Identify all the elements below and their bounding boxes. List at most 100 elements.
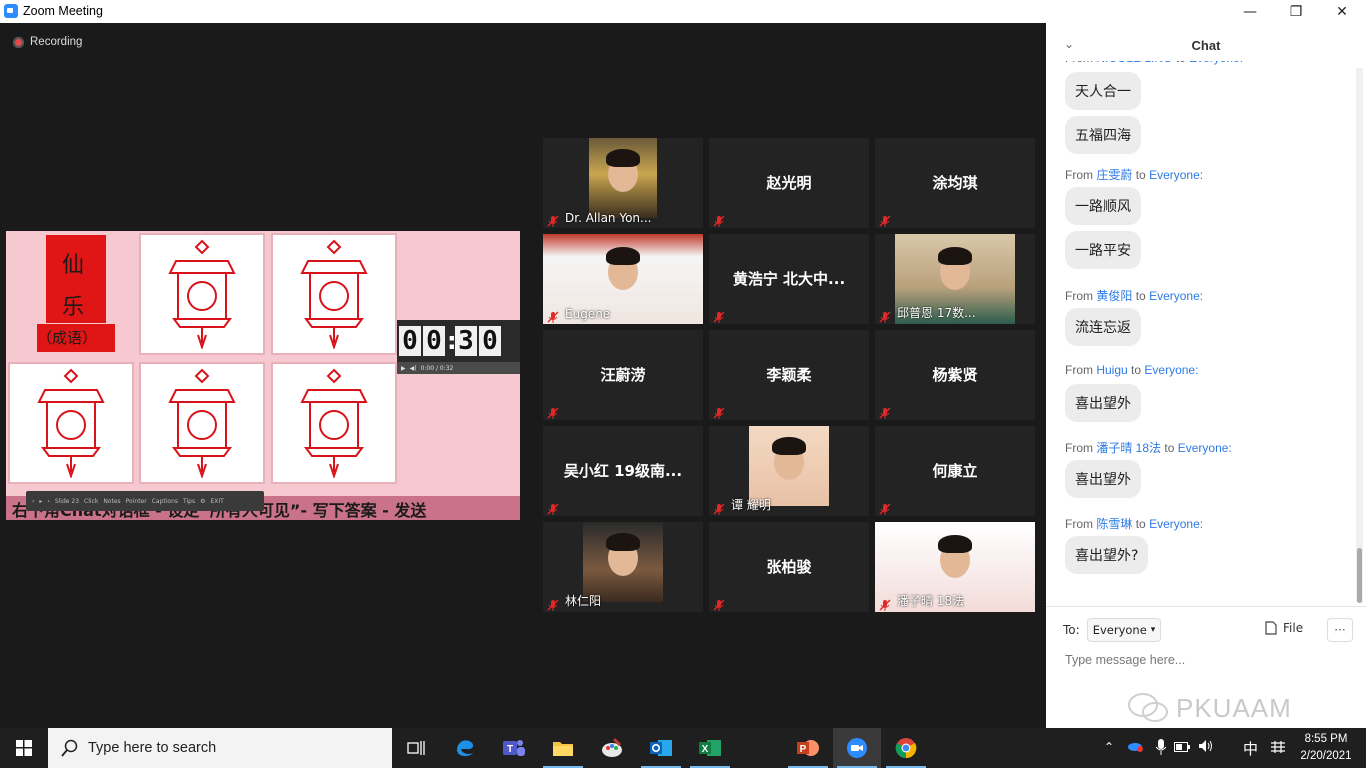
watermark-text: PKUAAM: [1176, 692, 1292, 723]
participant-tile[interactable]: 杨紫贤: [875, 330, 1035, 420]
microphone-icon[interactable]: [1155, 739, 1167, 758]
gear-icon[interactable]: ⚙: [200, 498, 205, 505]
volume-icon[interactable]: [1198, 739, 1214, 756]
chat-message-bubble[interactable]: 五福四海: [1065, 116, 1141, 154]
recipient-name: Everyone:: [1189, 61, 1243, 65]
close-button[interactable]: ✕: [1319, 0, 1365, 23]
participant-tile[interactable]: 邱普恩 17数...: [875, 234, 1035, 324]
slide-char-1: 仙: [62, 253, 85, 278]
sender-name[interactable]: NICOLE LING: [1096, 61, 1172, 65]
chat-message-bubble[interactable]: 喜出望外: [1065, 460, 1141, 498]
recipient-select[interactable]: Everyone ▾: [1087, 618, 1161, 642]
slide-char-2: 乐: [62, 295, 85, 320]
ime-indicator[interactable]: 中: [1243, 738, 1258, 759]
chat-message-bubble[interactable]: 喜出望外?: [1065, 536, 1149, 574]
participant-tile[interactable]: 汪蔚涝: [543, 330, 703, 420]
lantern-icon: [168, 368, 236, 478]
participant-tile[interactable]: 何康立: [875, 426, 1035, 516]
chat-divider: [1046, 606, 1366, 607]
hair-shape: [938, 534, 972, 553]
excel-icon: X: [699, 740, 721, 756]
sender-name[interactable]: 庄雯蔚: [1096, 168, 1132, 182]
participant-tile[interactable]: 赵光明: [709, 138, 869, 228]
sender-name[interactable]: 陈雪琳: [1096, 517, 1132, 531]
taskbar-search-box[interactable]: Type here to search: [48, 728, 392, 768]
file-button[interactable]: File: [1265, 621, 1303, 635]
minimize-button[interactable]: —: [1227, 0, 1273, 23]
participant-tile[interactable]: 谭 耀明: [709, 426, 869, 516]
participant-name: 杨紫贤: [932, 366, 978, 384]
chevron-up-icon[interactable]: ⌃: [1104, 740, 1114, 754]
participant-video: [749, 426, 829, 506]
chat-message-bubble[interactable]: 流连忘返: [1065, 308, 1141, 346]
clock-date: 2/20/2021: [1300, 750, 1352, 762]
participant-tile[interactable]: 吴小红 19级南...: [543, 426, 703, 516]
chat-message-bubble[interactable]: 天人合一: [1065, 72, 1141, 110]
scrollbar-thumb[interactable]: [1357, 548, 1362, 603]
maximize-button[interactable]: ❐: [1273, 0, 1319, 23]
outlook-button[interactable]: [637, 728, 685, 768]
from-word: From: [1065, 61, 1093, 65]
outlook-icon: [650, 740, 672, 756]
file-label: File: [1283, 621, 1304, 635]
chrome-button[interactable]: [882, 728, 930, 768]
from-word: From: [1065, 289, 1093, 303]
sender-name[interactable]: 黄俊阳: [1096, 289, 1132, 303]
chat-message-bubble[interactable]: 一路平安: [1065, 231, 1141, 269]
search-icon: [61, 739, 78, 757]
zoom-button[interactable]: [833, 728, 881, 768]
zoom-app-icon: [4, 4, 18, 18]
participant-tile[interactable]: Eugene: [543, 234, 703, 324]
lantern-icon: [300, 368, 368, 478]
participant-tile[interactable]: 黄浩宁 北大中...: [709, 234, 869, 324]
hair-shape: [606, 246, 640, 265]
toolbar-notes[interactable]: Notes: [103, 498, 120, 505]
participant-name: 黄浩宁 北大中...: [732, 270, 846, 288]
participant-tile[interactable]: 李颖柔: [709, 330, 869, 420]
next-slide-icon[interactable]: ›: [47, 498, 49, 505]
onedrive-icon[interactable]: [1126, 739, 1144, 756]
chat-message-list[interactable]: From NICOLE LING to Everyone: 天人合一五福四海 Fro…: [1046, 61, 1356, 606]
recording-indicator[interactable]: Recording: [13, 36, 82, 48]
slideshow-toolbar[interactable]: ‹ ▸ › Slide 23 Click Notes Pointer Capti…: [26, 491, 264, 511]
excel-button[interactable]: X: [686, 728, 734, 768]
file-explorer-button[interactable]: [539, 728, 587, 768]
task-view-button[interactable]: [392, 728, 440, 768]
chat-scrollbar[interactable]: [1356, 68, 1363, 603]
more-options-button[interactable]: ···: [1327, 618, 1353, 642]
participant-tile[interactable]: 张柏骏: [709, 522, 869, 612]
toolbar-captions[interactable]: Captions: [152, 498, 178, 505]
toolbar-tips[interactable]: Tips: [183, 498, 195, 505]
slide-subtitle: （成语）: [37, 329, 98, 347]
prev-slide-icon[interactable]: ‹: [32, 498, 34, 505]
taskbar-clock[interactable]: 8:55 PM 2/20/2021: [1296, 731, 1356, 765]
teams-button[interactable]: T: [490, 728, 538, 768]
participant-tile[interactable]: 潘子晴 18法: [875, 522, 1035, 612]
window-title: Zoom Meeting: [23, 4, 103, 18]
battery-icon[interactable]: [1174, 741, 1190, 755]
toolbar-pointer[interactable]: Pointer: [126, 498, 147, 505]
countdown-timer-video[interactable]: 0 0 : 3 0 ▶ ◀) 0:00 / 0:32: [397, 320, 520, 374]
start-button[interactable]: [0, 728, 48, 768]
edge-button[interactable]: [441, 728, 489, 768]
paint-button[interactable]: [588, 728, 636, 768]
chat-message-bubble[interactable]: 一路顺风: [1065, 187, 1141, 225]
sender-name[interactable]: 潘子晴 18法: [1096, 441, 1161, 455]
volume-icon[interactable]: ◀): [410, 365, 417, 372]
meeting-area: Recording 仙 乐 （成语） 0 0 : 3 0 ▶ ◀) 0:00 /…: [0, 23, 1046, 728]
chat-header: ⌄ Chat: [1046, 23, 1366, 65]
chat-message-bubble[interactable]: 喜出望外: [1065, 384, 1141, 422]
ime-keyboard-icon[interactable]: [1270, 739, 1286, 758]
toolbar-click[interactable]: Click: [84, 498, 98, 505]
participant-tile[interactable]: 涂均琪: [875, 138, 1035, 228]
video-controls[interactable]: ▶ ◀) 0:00 / 0:32: [397, 362, 520, 374]
toolbar-exit[interactable]: EXIT: [211, 498, 224, 505]
play-slide-icon[interactable]: ▸: [39, 498, 42, 505]
message-input[interactable]: [1063, 649, 1347, 671]
powerpoint-button[interactable]: P: [784, 728, 832, 768]
hair-shape: [606, 533, 640, 552]
play-icon[interactable]: ▶: [401, 365, 406, 372]
participant-tile[interactable]: Dr. Allan Yon...: [543, 138, 703, 228]
participant-tile[interactable]: 林仁阳: [543, 522, 703, 612]
sender-name[interactable]: Huigu: [1096, 363, 1127, 377]
